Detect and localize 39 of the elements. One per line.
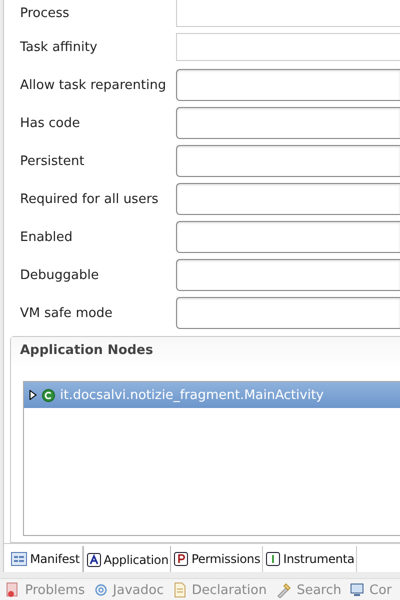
view-tab[interactable]: Cor — [369, 582, 392, 598]
tree-item-label: it.docsalvi.notizie_fragment.MainActivity — [60, 388, 324, 402]
flashlight-icon — [276, 582, 292, 598]
view-tab[interactable]: Javadoc — [112, 582, 164, 598]
text-field[interactable] — [176, 33, 400, 61]
field-label: Enabled — [20, 230, 74, 244]
field-label: Persistent — [20, 154, 86, 168]
editor-tab[interactable]: Application — [82, 546, 172, 572]
field-label: Debuggable — [20, 268, 100, 282]
field-label: Process — [20, 6, 70, 20]
tree-item[interactable]: it.docsalvi.notizie_fragment.MainActivity — [24, 382, 400, 408]
editor-tab[interactable]: Manifest — [8, 546, 83, 572]
editor-tab[interactable]: Permissions — [171, 546, 264, 572]
letter-i-icon — [266, 552, 280, 566]
combo-box[interactable] — [176, 107, 400, 139]
document-icon — [172, 582, 187, 598]
combo-box[interactable] — [176, 221, 400, 253]
field-label: Required for all users — [20, 192, 160, 206]
view-tab[interactable]: Search — [296, 582, 342, 598]
combo-box[interactable] — [176, 69, 400, 101]
letter-a-icon — [86, 553, 101, 567]
editor-tab[interactable]: Instrumenta — [263, 546, 358, 572]
combo-box[interactable] — [176, 259, 400, 291]
text-field[interactable] — [176, 0, 400, 27]
class-icon — [42, 388, 55, 402]
monitor-icon — [350, 583, 364, 597]
field-label: Has code — [20, 116, 81, 130]
view-tab[interactable]: Declaration — [192, 582, 267, 598]
expand-arrow-icon[interactable] — [29, 390, 37, 400]
letter-p-icon — [174, 552, 188, 566]
view-tab[interactable]: Problems — [25, 582, 85, 598]
field-label: Allow task reparenting — [20, 78, 168, 92]
form-icon — [11, 552, 27, 566]
combo-box[interactable] — [176, 297, 400, 329]
combo-box[interactable] — [176, 183, 400, 215]
problems-icon — [6, 582, 20, 598]
combo-box[interactable] — [176, 145, 400, 177]
field-label: VM safe mode — [20, 306, 114, 320]
field-label: Task affinity — [20, 40, 98, 54]
